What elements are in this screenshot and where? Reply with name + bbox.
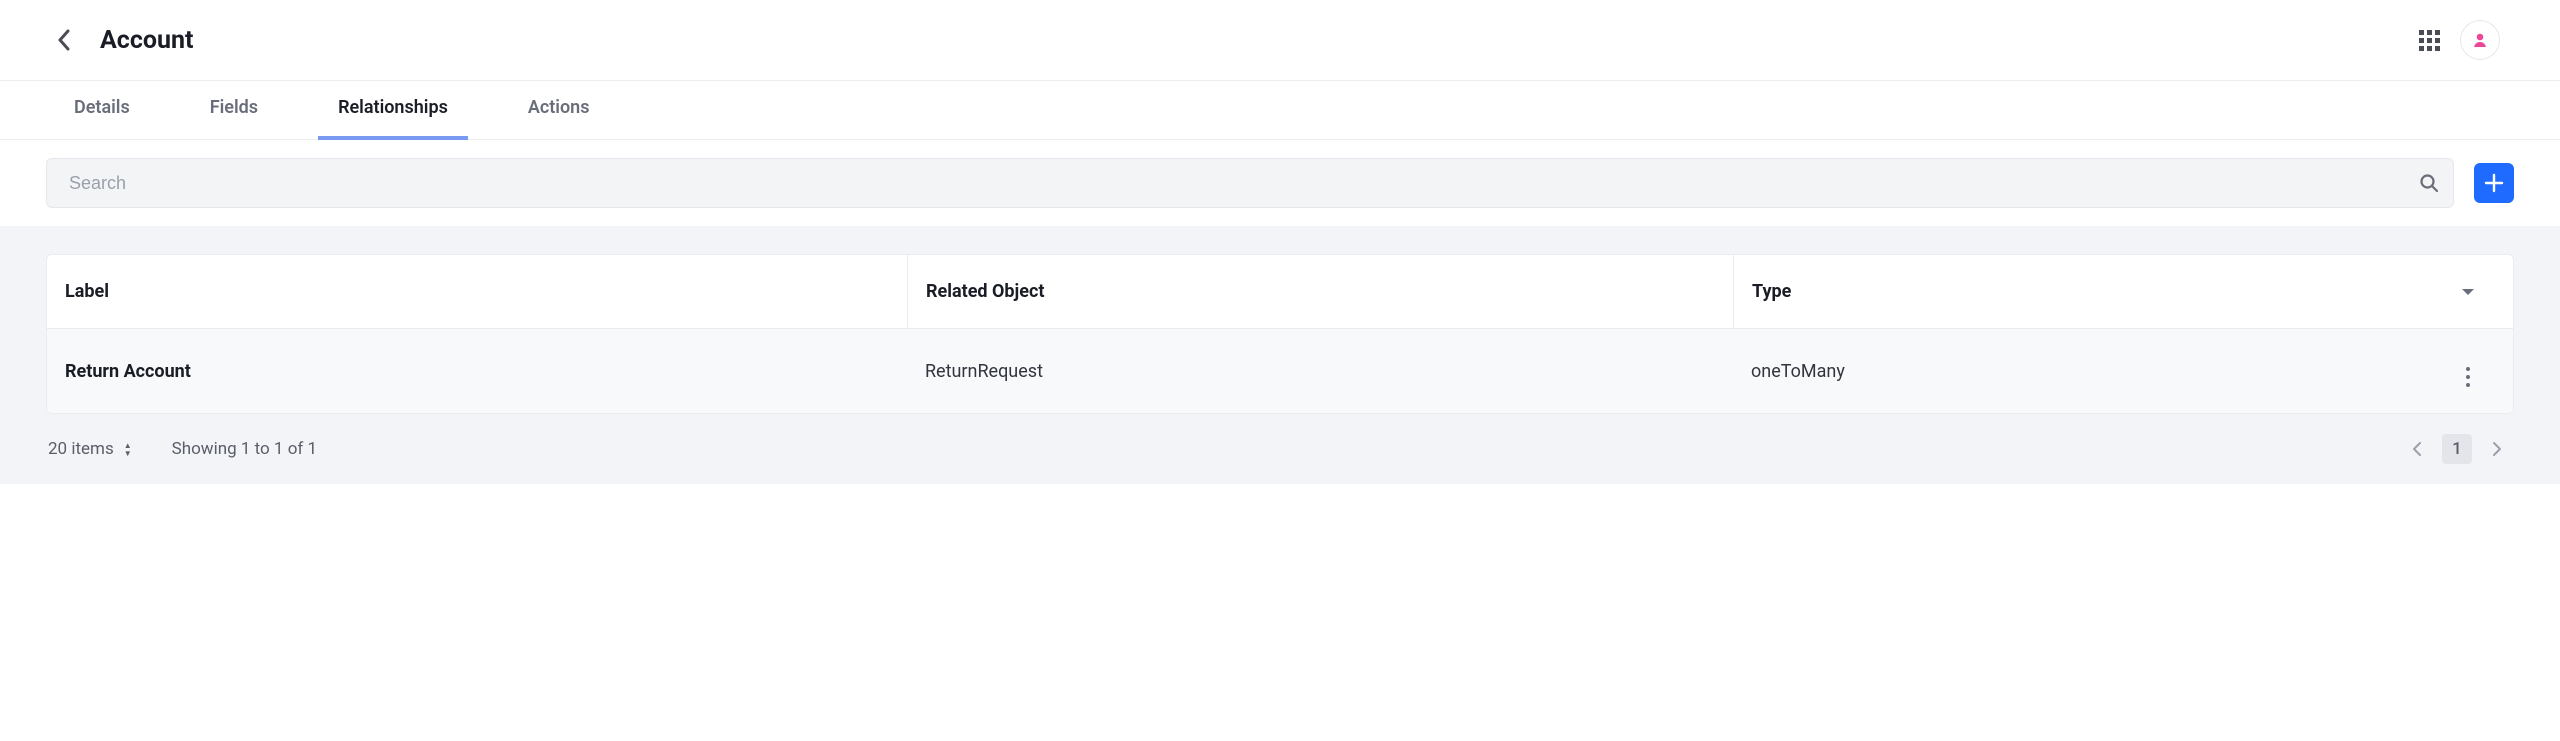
- chevron-right-icon: [2492, 441, 2502, 457]
- kebab-icon: [2441, 367, 2495, 387]
- search-icon: [2419, 173, 2439, 193]
- col-header-type[interactable]: Type: [1733, 255, 2423, 329]
- items-per-page[interactable]: 20 items ▲▼: [48, 439, 132, 459]
- search-box[interactable]: [46, 158, 2454, 208]
- items-per-page-label: 20 items: [48, 439, 114, 459]
- user-icon: [2471, 31, 2489, 49]
- relationships-table: Label Related Object Type Return Account…: [46, 254, 2514, 414]
- chevron-left-icon: [2412, 441, 2422, 457]
- search-input[interactable]: [69, 173, 2419, 194]
- tab-actions[interactable]: Actions: [508, 81, 610, 140]
- plus-icon: [2483, 172, 2505, 194]
- chevron-left-icon: [57, 29, 71, 51]
- sort-arrows-icon: ▲▼: [124, 442, 132, 457]
- table-row[interactable]: Return Account ReturnRequest oneToMany: [47, 329, 2513, 413]
- col-header-related-object[interactable]: Related Object: [907, 255, 1733, 329]
- add-button[interactable]: [2474, 163, 2514, 203]
- page-title: Account: [100, 26, 193, 55]
- caret-down-icon: [2461, 287, 2475, 297]
- col-header-label[interactable]: Label: [47, 255, 907, 329]
- avatar[interactable]: [2460, 20, 2500, 60]
- pagination: 1: [2402, 434, 2512, 464]
- cell-related-object: ReturnRequest: [907, 329, 1733, 413]
- next-page-button[interactable]: [2482, 434, 2512, 464]
- content: Label Related Object Type Return Account…: [0, 226, 2560, 484]
- header: Account: [0, 0, 2560, 81]
- table-footer: 20 items ▲▼ Showing 1 to 1 of 1 1: [46, 414, 2514, 464]
- tab-fields[interactable]: Fields: [190, 81, 278, 140]
- back-button[interactable]: [52, 28, 76, 52]
- tab-relationships[interactable]: Relationships: [318, 81, 468, 140]
- cell-type: oneToMany: [1733, 329, 2423, 413]
- cell-label: Return Account: [47, 329, 907, 413]
- toolbar: [0, 140, 2560, 226]
- row-actions[interactable]: [2423, 329, 2513, 413]
- showing-text: Showing 1 to 1 of 1: [172, 439, 317, 459]
- prev-page-button[interactable]: [2402, 434, 2432, 464]
- tabs: Details Fields Relationships Actions: [0, 81, 2560, 140]
- tab-details[interactable]: Details: [54, 81, 150, 140]
- col-header-actions[interactable]: [2423, 255, 2513, 329]
- apps-icon[interactable]: [2419, 30, 2440, 51]
- page-number[interactable]: 1: [2442, 434, 2472, 464]
